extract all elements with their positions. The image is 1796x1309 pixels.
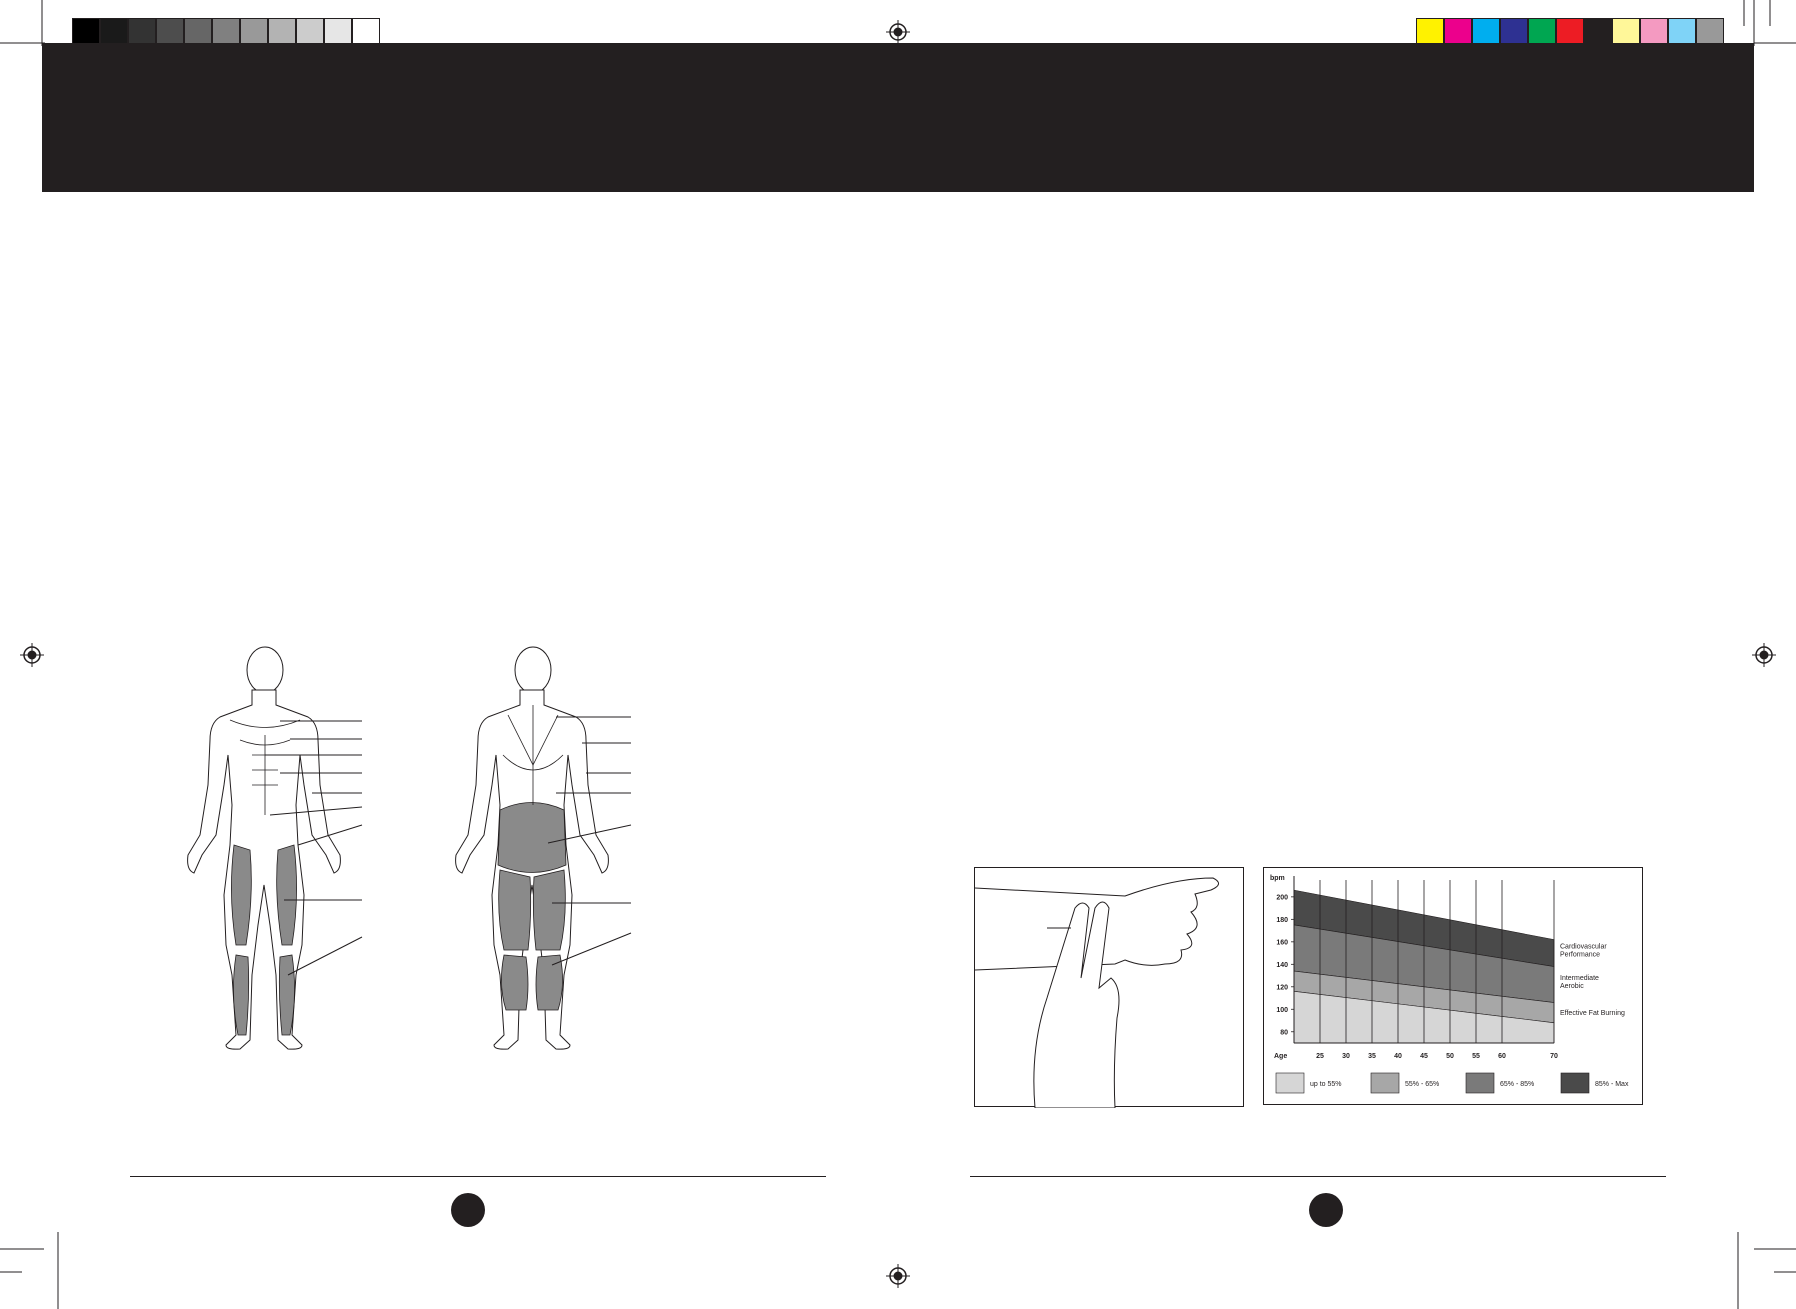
legend-label: 65% - 85% [1500,1081,1534,1088]
y-tick-label: 180 [1276,917,1288,924]
pulse-illustration-frame [974,867,1244,1109]
y-tick-label: 80 [1280,1029,1288,1036]
y-axis-label: bpm [1270,875,1285,882]
muscle-back-figure-icon [455,646,632,1050]
left-page-footer-rule [130,1176,826,1177]
x-tick-label: 45 [1420,1053,1428,1060]
left-page-number-marker [451,1193,485,1227]
y-tick-label: 200 [1276,894,1288,901]
zone-label: Performance [1560,952,1600,959]
x-tick-label: 60 [1498,1053,1506,1060]
y-tick-label: 100 [1276,1007,1288,1014]
heart-rate-zone-chart: bpm 80 100 120 140 160 180 200 Age 25 30 35 40 45 50 55… [1263,867,1643,1105]
zone-label: Cardiovascular [1560,944,1607,951]
registration-target-icon [886,1264,910,1288]
right-page-footer-rule [970,1176,1666,1177]
x-tick-label: 55 [1472,1053,1480,1060]
zone-label: Effective Fat Burning [1560,1010,1625,1017]
registration-target-icon [1752,643,1776,667]
legend-swatch [1370,1072,1400,1094]
y-tick-label: 140 [1276,962,1288,969]
x-axis-label: Age [1274,1053,1287,1060]
legend-label: up to 55% [1310,1081,1342,1088]
zone-label: Aerobic [1560,983,1584,990]
y-tick-label: 160 [1276,939,1288,946]
x-tick-label: 50 [1446,1053,1454,1060]
muscle-front-figure-icon [187,646,363,1050]
y-tick-label: 120 [1276,984,1288,991]
x-tick-label: 70 [1550,1053,1558,1060]
registration-target-icon [20,643,44,667]
legend-swatch [1560,1072,1590,1094]
registration-target-icon [886,20,910,44]
heart-rate-chart-svg: bpm 80 100 120 140 160 180 200 Age 25 30 35 40 45 50 55… [1270,875,1629,1094]
legend-swatch [1465,1072,1495,1094]
legend-label: 85% - Max [1595,1081,1629,1088]
zone-label: Intermediate [1560,975,1599,982]
x-tick-label: 35 [1368,1053,1376,1060]
header-band [42,43,1754,192]
x-tick-label: 40 [1394,1053,1402,1060]
legend-swatch [1275,1072,1305,1094]
x-tick-label: 30 [1342,1053,1350,1060]
x-tick-label: 25 [1316,1053,1324,1060]
right-page-number-marker [1309,1193,1343,1227]
legend-label: 55% - 65% [1405,1081,1439,1088]
wrist-pulse-hand-icon [974,877,1219,1109]
